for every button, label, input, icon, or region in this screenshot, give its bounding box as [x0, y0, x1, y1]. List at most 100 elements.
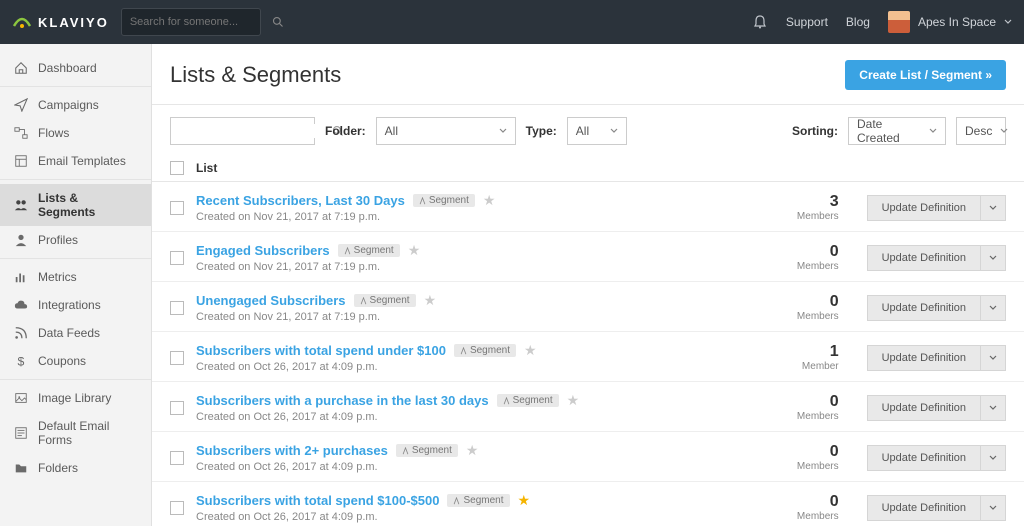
sidebar-item-label: Email Templates [38, 154, 126, 168]
top-nav: KLAVIYO Support Blog Apes In Space [0, 0, 1024, 44]
segment-name-link[interactable]: Engaged Subscribers [196, 243, 330, 258]
sidebar-item-folders[interactable]: Folders [0, 454, 151, 482]
update-definition-button[interactable]: Update Definition [867, 445, 981, 471]
sidebar-item-dashboard[interactable]: Dashboard [0, 54, 151, 82]
sidebar-item-email-templates[interactable]: Email Templates [0, 147, 151, 175]
chevron-down-icon [1000, 127, 1008, 135]
members-count: 1Member [759, 343, 839, 372]
sidebar-item-label: Coupons [38, 354, 86, 368]
created-timestamp: Created on Oct 26, 2017 at 4:09 p.m. [196, 411, 759, 423]
segment-name-link[interactable]: Unengaged Subscribers [196, 293, 346, 308]
row-actions-dropdown[interactable] [981, 345, 1006, 371]
main-content: Lists & Segments Create List / Segment »… [152, 44, 1024, 526]
avatar [888, 11, 910, 33]
feed-icon [14, 326, 28, 340]
sidebar-item-label: Folders [38, 461, 78, 475]
logo-text: KLAVIYO [38, 15, 109, 30]
sidebar-item-label: Data Feeds [38, 326, 100, 340]
update-definition-button[interactable]: Update Definition [867, 395, 981, 421]
sidebar-item-flows[interactable]: Flows [0, 119, 151, 147]
svg-text:$: $ [18, 354, 25, 368]
sidebar-item-default-email-forms[interactable]: Default Email Forms [0, 412, 151, 454]
row-checkbox[interactable] [170, 401, 184, 415]
blog-link[interactable]: Blog [846, 15, 870, 29]
row-checkbox[interactable] [170, 251, 184, 265]
members-count: 3Members [759, 193, 839, 222]
created-timestamp: Created on Nov 21, 2017 at 7:19 p.m. [196, 261, 759, 273]
members-count: 0Members [759, 443, 839, 472]
favorite-star-icon[interactable]: ★ [408, 242, 421, 259]
table-row: Subscribers with total spend under $100S… [152, 332, 1024, 382]
filter-toolbar: Folder: All Type: All Sorting: Date Crea… [152, 105, 1024, 155]
type-label: Type: [526, 124, 557, 138]
row-actions-dropdown[interactable] [981, 445, 1006, 471]
row-checkbox[interactable] [170, 501, 184, 515]
sidebar-item-lists-segments[interactable]: Lists & Segments [0, 184, 151, 226]
segment-tag: Segment [497, 394, 559, 407]
row-checkbox[interactable] [170, 351, 184, 365]
sidebar-item-image-library[interactable]: Image Library [0, 384, 151, 412]
sidebar-item-coupons[interactable]: $ Coupons [0, 347, 151, 375]
form-icon [14, 426, 28, 440]
sidebar-item-label: Metrics [38, 270, 77, 284]
segment-name-link[interactable]: Recent Subscribers, Last 30 Days [196, 193, 405, 208]
global-search-input[interactable] [130, 16, 272, 28]
update-definition-button[interactable]: Update Definition [867, 495, 981, 521]
notifications-icon[interactable] [752, 14, 768, 30]
segment-tag: Segment [413, 194, 475, 207]
favorite-star-icon[interactable]: ★ [483, 192, 496, 209]
segment-tag: Segment [338, 244, 400, 257]
row-actions-dropdown[interactable] [981, 245, 1006, 271]
segment-name-link[interactable]: Subscribers with total spend $100-$500 [196, 493, 439, 508]
segment-tag: Segment [447, 494, 509, 507]
created-timestamp: Created on Nov 21, 2017 at 7:19 p.m. [196, 311, 759, 323]
created-timestamp: Created on Oct 26, 2017 at 4:09 p.m. [196, 461, 759, 473]
select-all-checkbox[interactable] [170, 161, 184, 175]
segment-name-link[interactable]: Subscribers with 2+ purchases [196, 443, 388, 458]
chevron-down-icon [499, 127, 507, 135]
update-definition-button[interactable]: Update Definition [867, 295, 981, 321]
row-checkbox[interactable] [170, 301, 184, 315]
sorting-field-select[interactable]: Date Created [848, 117, 946, 145]
segment-name-link[interactable]: Subscribers with total spend under $100 [196, 343, 446, 358]
type-select[interactable]: All [567, 117, 627, 145]
favorite-star-icon[interactable]: ★ [466, 442, 479, 459]
sidebar-item-metrics[interactable]: Metrics [0, 263, 151, 291]
segment-name-link[interactable]: Subscribers with a purchase in the last … [196, 393, 489, 408]
row-actions-dropdown[interactable] [981, 195, 1006, 221]
created-timestamp: Created on Nov 21, 2017 at 7:19 p.m. [196, 211, 759, 223]
sidebar-item-data-feeds[interactable]: Data Feeds [0, 319, 151, 347]
list-search-input[interactable] [177, 124, 332, 138]
favorite-star-icon[interactable]: ★ [524, 342, 537, 359]
sidebar-item-label: Lists & Segments [38, 191, 137, 219]
sorting-dir-select[interactable]: Desc [956, 117, 1006, 145]
search-icon [272, 16, 284, 28]
global-search[interactable] [121, 8, 261, 36]
sidebar-item-label: Campaigns [38, 98, 99, 112]
account-menu[interactable]: Apes In Space [888, 11, 1012, 33]
members-count: 0Members [759, 393, 839, 422]
table-row: Subscribers with total spend $100-$500 Se… [152, 482, 1024, 526]
table-row: Subscribers with 2+ purchasesSegment★Cre… [152, 432, 1024, 482]
row-checkbox[interactable] [170, 201, 184, 215]
row-actions-dropdown[interactable] [981, 495, 1006, 521]
create-list-segment-button[interactable]: Create List / Segment » [845, 60, 1006, 90]
row-actions-dropdown[interactable] [981, 395, 1006, 421]
favorite-star-icon[interactable]: ★ [424, 292, 437, 309]
favorite-star-icon[interactable]: ★ [518, 492, 531, 509]
list-search[interactable] [170, 117, 315, 145]
row-actions-dropdown[interactable] [981, 295, 1006, 321]
sorting-label: Sorting: [792, 124, 838, 138]
row-checkbox[interactable] [170, 451, 184, 465]
update-definition-button[interactable]: Update Definition [867, 195, 981, 221]
update-definition-button[interactable]: Update Definition [867, 345, 981, 371]
folder-select[interactable]: All [376, 117, 516, 145]
sidebar-item-profiles[interactable]: Profiles [0, 226, 151, 254]
favorite-star-icon[interactable]: ★ [567, 392, 580, 409]
update-definition-button[interactable]: Update Definition [867, 245, 981, 271]
sidebar-item-integrations[interactable]: Integrations [0, 291, 151, 319]
send-icon [14, 98, 28, 112]
logo[interactable]: KLAVIYO [12, 15, 109, 30]
sidebar-item-campaigns[interactable]: Campaigns [0, 91, 151, 119]
support-link[interactable]: Support [786, 15, 828, 29]
